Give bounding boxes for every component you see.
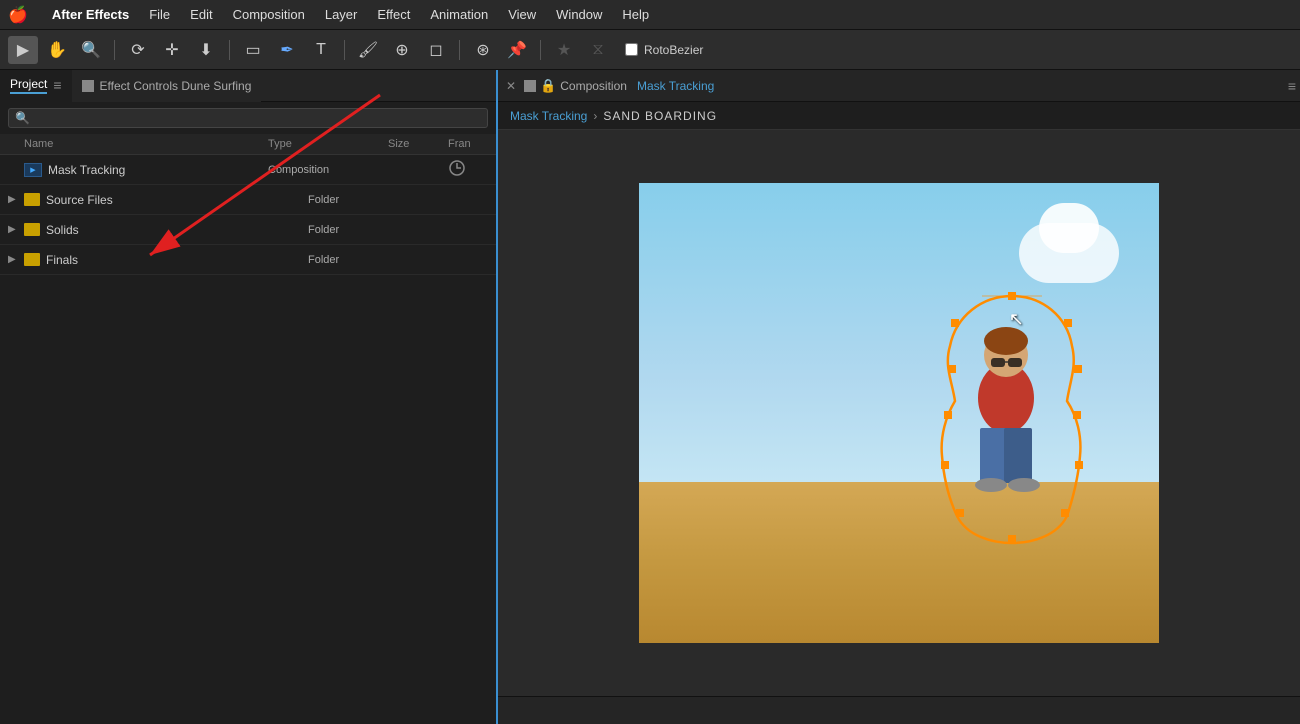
cloud-element — [1019, 223, 1119, 283]
effect-tab-icon — [82, 80, 94, 92]
roto-bezier-label: RotoBezier — [644, 43, 703, 57]
composition-viewer[interactable]: ↖ — [498, 130, 1300, 696]
viewer-toolbar — [498, 696, 1300, 724]
project-menu-icon[interactable]: ≡ — [53, 77, 61, 93]
folder-icon-finals — [24, 253, 40, 266]
pen-tool[interactable]: ✒ — [272, 36, 302, 64]
toolbar: ▶ ✋ 🔍 ⟳ ✛ ⬇ ▭ ✒ T 🖌 ⊕ ◻ ⊛ 📌 ★ ⧖ RotoBezi… — [0, 30, 1300, 70]
right-panel: ✕ 🔒 Composition Mask Tracking ≡ Mask Tra… — [498, 70, 1300, 724]
item-fran-mask-tracking — [448, 159, 488, 180]
video-canvas: ↖ — [639, 183, 1159, 643]
item-type-solids: Folder — [308, 224, 428, 236]
item-type-finals: Folder — [308, 254, 428, 266]
pin-tool[interactable]: 📌 — [502, 36, 532, 64]
expand-icon-source[interactable]: ▶ — [8, 194, 24, 205]
project-list: ▶ Mask Tracking Composition ▶ Source Fil… — [0, 155, 496, 724]
breadcrumb-current: SAND BOARDING — [603, 109, 717, 123]
unknown-btn[interactable]: ⧖ — [583, 36, 613, 64]
item-type-source-files: Folder — [308, 194, 428, 206]
separator-4 — [459, 40, 460, 60]
brush-tool[interactable]: 🖌 — [353, 36, 383, 64]
folder-icon-solids — [24, 223, 40, 236]
composition-thumbnail: ▶ — [24, 163, 42, 177]
menu-effect[interactable]: Effect — [367, 0, 420, 30]
eraser-tool[interactable]: ◻ — [421, 36, 451, 64]
zoom-tool[interactable]: 🔍 — [76, 36, 106, 64]
anchor-tool[interactable]: ✛ — [157, 36, 187, 64]
apple-logo-icon[interactable]: 🍎 — [8, 5, 28, 25]
item-name-solids: Solids — [46, 223, 288, 237]
clone-tool[interactable]: ⊕ — [387, 36, 417, 64]
list-item-solids[interactable]: ▶ Solids Folder — [0, 215, 496, 245]
comp-close-icon[interactable]: ✕ — [502, 79, 520, 93]
list-header: Name Type Size Fran — [0, 134, 496, 155]
col-name-header: Name — [24, 138, 248, 150]
comp-tab-menu-icon[interactable]: ≡ — [1288, 78, 1296, 94]
col-fran-header: Fran — [448, 138, 488, 150]
separator-2 — [229, 40, 230, 60]
item-name-source-files: Source Files — [46, 193, 288, 207]
left-panel: Project ≡ Effect Controls Dune Surfing 🔍 — [0, 70, 498, 724]
menu-after-effects[interactable]: After Effects — [42, 0, 139, 30]
menu-edit[interactable]: Edit — [180, 0, 222, 30]
breadcrumb-link[interactable]: Mask Tracking — [510, 109, 587, 123]
rect-mask-tool[interactable]: ▭ — [238, 36, 268, 64]
tab-effect-controls[interactable]: Effect Controls Dune Surfing — [72, 70, 262, 102]
comp-tab-type: Composition — [560, 79, 627, 93]
col-type-header: Type — [268, 138, 388, 150]
menu-bar: 🍎 After Effects File Edit Composition La… — [0, 0, 1300, 30]
expand-icon-solids[interactable]: ▶ — [8, 224, 24, 235]
cursor-indicator: ↖ — [1009, 309, 1024, 330]
roto-bezier-checkbox[interactable] — [625, 43, 638, 56]
search-icon: 🔍 — [15, 111, 30, 125]
menu-window[interactable]: Window — [546, 0, 612, 30]
list-item-source-files[interactable]: ▶ Source Files Folder — [0, 185, 496, 215]
text-tool[interactable]: T — [306, 36, 336, 64]
search-input-wrap: 🔍 — [8, 108, 488, 128]
folder-icon-source — [24, 193, 40, 206]
main-area: Project ≡ Effect Controls Dune Surfing 🔍 — [0, 70, 1300, 724]
menu-composition[interactable]: Composition — [223, 0, 315, 30]
menu-help[interactable]: Help — [612, 0, 659, 30]
item-name-mask-tracking: Mask Tracking — [48, 163, 248, 177]
menu-view[interactable]: View — [498, 0, 546, 30]
tab-project[interactable]: Project ≡ — [0, 70, 72, 102]
rotate-tool[interactable]: ⟳ — [123, 36, 153, 64]
project-tab-label: Project — [10, 77, 47, 94]
comp-lock-icon[interactable]: 🔒 — [540, 78, 556, 94]
breadcrumb: Mask Tracking › SAND BOARDING — [498, 102, 1300, 130]
comp-tab-title: Composition Mask Tracking — [560, 79, 714, 93]
separator-3 — [344, 40, 345, 60]
comp-tab-square-icon — [524, 80, 536, 92]
hand-tool[interactable]: ✋ — [42, 36, 72, 64]
breadcrumb-arrow-icon: › — [593, 109, 597, 123]
puppet-tool[interactable]: ⊛ — [468, 36, 498, 64]
search-input[interactable] — [34, 111, 481, 125]
comp-tab-bar: ✕ 🔒 Composition Mask Tracking ≡ — [498, 70, 1300, 102]
col-size-header: Size — [388, 138, 448, 150]
separator-1 — [114, 40, 115, 60]
effect-controls-label: Effect Controls Dune Surfing — [100, 79, 252, 93]
item-name-finals: Finals — [46, 253, 288, 267]
roto-bezier-group: RotoBezier — [625, 43, 703, 57]
menu-file[interactable]: File — [139, 0, 180, 30]
search-bar: 🔍 — [0, 102, 496, 134]
list-item-mask-tracking[interactable]: ▶ Mask Tracking Composition — [0, 155, 496, 185]
list-item-finals[interactable]: ▶ Finals Folder — [0, 245, 496, 275]
menu-animation[interactable]: Animation — [420, 0, 498, 30]
panel-tab-bar: Project ≡ Effect Controls Dune Surfing — [0, 70, 496, 102]
selection-tool[interactable]: ▶ — [8, 36, 38, 64]
menu-layer[interactable]: Layer — [315, 0, 368, 30]
item-type-mask-tracking: Composition — [268, 164, 388, 176]
expand-icon-finals[interactable]: ▶ — [8, 254, 24, 265]
star-btn[interactable]: ★ — [549, 36, 579, 64]
comp-tab-name: Mask Tracking — [637, 79, 714, 93]
separator-5 — [540, 40, 541, 60]
backward-tool[interactable]: ⬇ — [191, 36, 221, 64]
